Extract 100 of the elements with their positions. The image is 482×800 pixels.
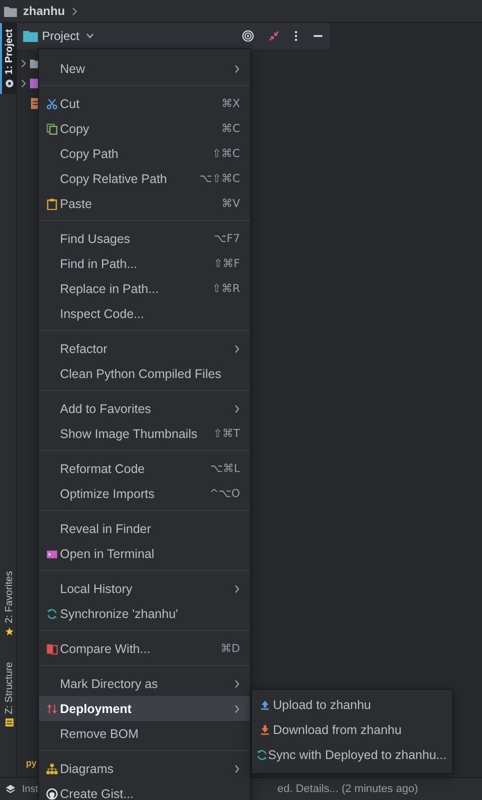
shortcut-label: ^⌥O <box>209 487 240 500</box>
menu-item-label: Find Usages <box>60 232 130 246</box>
star-icon <box>4 626 14 636</box>
menu-item-label: Copy Path <box>60 146 118 160</box>
menu-item[interactable]: Refactor <box>39 336 250 361</box>
menu-item[interactable]: Sync with Deployed to zhanhu... <box>252 742 452 767</box>
folder-icon <box>23 30 38 42</box>
menu-item[interactable]: Open in Terminal <box>39 541 250 566</box>
menu-item-label: Clean Python Compiled Files <box>60 366 222 380</box>
hierarchy-icon <box>46 762 58 774</box>
menu-item-label: Find in Path... <box>60 256 138 270</box>
tool-window-tab[interactable]: Z: Structure <box>0 656 16 733</box>
menu-item[interactable]: Find Usages ⌥F7 <box>39 226 250 251</box>
shortcut-label: ⌘X <box>221 97 240 110</box>
menu-item[interactable]: Create Gist... <box>39 781 250 800</box>
compare-icon <box>46 642 58 654</box>
tool-window-tab[interactable]: 2: Favorites <box>0 564 16 642</box>
chevron-right-icon[interactable] <box>20 78 27 88</box>
python-file-label: py <box>26 758 37 768</box>
menu-item[interactable]: Clean Python Compiled Files <box>39 361 250 386</box>
status-message: ed. Details... (2 minutes ago) <box>277 783 418 795</box>
menu-item[interactable]: Deployment <box>39 696 250 721</box>
menu-item-label: Sync with Deployed to zhanhu... <box>268 748 447 762</box>
menu-item-label: Open in Terminal <box>60 546 154 560</box>
scissors-icon <box>46 98 58 110</box>
menu-item[interactable]: Optimize Imports ^⌥O <box>39 481 250 506</box>
menu-item-label: Show Image Thumbnails <box>60 426 198 440</box>
menu-item[interactable]: Upload to zhanhu <box>252 692 452 717</box>
shortcut-label: ⇧⌘R <box>212 282 240 295</box>
shortcut-label: ⌥⇧⌘C <box>199 172 240 185</box>
download-icon <box>258 724 270 736</box>
menu-item-label: Optimize Imports <box>60 486 154 500</box>
sync-icon <box>256 748 268 760</box>
menu-item[interactable]: Replace in Path... ⇧⌘R <box>39 276 250 301</box>
menu-item-label: Upload to zhanhu <box>273 698 371 712</box>
panel-title[interactable]: Project <box>42 29 80 43</box>
menu-item-label: Download from zhanhu <box>273 722 402 736</box>
shortcut-label: ⌥⌘L <box>210 462 240 475</box>
more-options-icon[interactable] <box>294 30 298 42</box>
up-down-arrows-icon <box>46 702 58 714</box>
menu-item[interactable]: Cut ⌘X <box>39 91 250 116</box>
upload-icon <box>258 698 270 710</box>
chevron-right-icon <box>71 6 78 16</box>
menu-item-label: Add to Favorites <box>60 402 152 416</box>
clipboard-icon <box>46 198 58 210</box>
menu-item[interactable]: Find in Path... ⇧⌘F <box>39 251 250 276</box>
menu-item-label: New <box>60 62 86 76</box>
menu-item[interactable]: Diagrams <box>39 756 250 781</box>
target-icon[interactable] <box>242 30 254 42</box>
shortcut-label: ⌥F7 <box>214 232 240 245</box>
terminal-icon <box>46 548 58 560</box>
menu-item[interactable]: Remove BOM <box>39 721 250 746</box>
menu-item[interactable]: New <box>39 56 250 81</box>
shortcut-label: ⇧⌘F <box>213 257 240 270</box>
menu-item-label: Local History <box>60 582 132 596</box>
menu-item-label: Create Gist... <box>60 786 134 800</box>
shortcut-label: ⌘C <box>221 122 240 135</box>
status-message: Inst <box>22 784 38 794</box>
menu-item-label: Compare With... <box>60 642 150 656</box>
menu-item[interactable]: Inspect Code... <box>39 301 250 326</box>
menu-item-label: Copy <box>60 122 90 136</box>
menu-item-label: Refactor <box>60 342 108 356</box>
menu-item-label: Mark Directory as <box>60 676 158 690</box>
shortcut-label: ⇧⌘C <box>212 147 240 160</box>
menu-item[interactable]: Compare With... ⌘D <box>39 636 250 661</box>
menu-item-label: Remove BOM <box>60 726 138 740</box>
layers-icon[interactable] <box>5 784 16 794</box>
folder-icon <box>4 6 17 16</box>
collapse-icon[interactable] <box>268 30 280 42</box>
shortcut-label: ⌘D <box>220 642 240 655</box>
dropdown-caret-icon[interactable] <box>86 33 94 39</box>
menu-item[interactable]: Download from zhanhu <box>252 717 452 742</box>
menu-item[interactable]: Mark Directory as <box>39 671 250 696</box>
menu-item-label: Cut <box>60 96 80 110</box>
menu-item[interactable]: Synchronize 'zhanhu' <box>39 601 250 626</box>
menu-item-label: Synchronize 'zhanhu' <box>60 606 178 620</box>
menu-item-label: Reveal in Finder <box>60 522 152 536</box>
menu-item-label: Replace in Path... <box>60 282 159 296</box>
breadcrumb-item[interactable]: zhanhu <box>23 4 65 18</box>
menu-item[interactable]: Copy Relative Path ⌥⇧⌘C <box>39 166 250 191</box>
copy-icon <box>46 122 58 134</box>
menu-item[interactable]: Copy ⌘C <box>39 116 250 141</box>
shortcut-label: ⌘V <box>221 197 240 210</box>
chevron-right-icon[interactable] <box>20 58 27 68</box>
structure-icon <box>4 718 14 727</box>
menu-item[interactable]: Paste ⌘V <box>39 191 250 216</box>
menu-item-label: Paste <box>60 196 92 210</box>
shortcut-label: ⇧⌘T <box>213 427 240 440</box>
menu-item[interactable]: Local History <box>39 576 250 601</box>
tool-window-tab[interactable]: 1: Project <box>0 23 16 94</box>
menu-item[interactable]: Reveal in Finder <box>39 516 250 541</box>
menu-item-label: Copy Relative Path <box>60 172 168 186</box>
menu-item[interactable]: Reformat Code ⌥⌘L <box>39 456 250 481</box>
menu-item[interactable]: Copy Path ⇧⌘C <box>39 141 250 166</box>
menu-item-label: Reformat Code <box>60 462 145 476</box>
menu-item-label: Diagrams <box>60 762 114 776</box>
menu-item[interactable]: Show Image Thumbnails ⇧⌘T <box>39 421 250 446</box>
sync-icon <box>46 608 58 620</box>
menu-item[interactable]: Add to Favorites <box>39 396 250 421</box>
menu-item-label: Deployment <box>60 702 132 716</box>
